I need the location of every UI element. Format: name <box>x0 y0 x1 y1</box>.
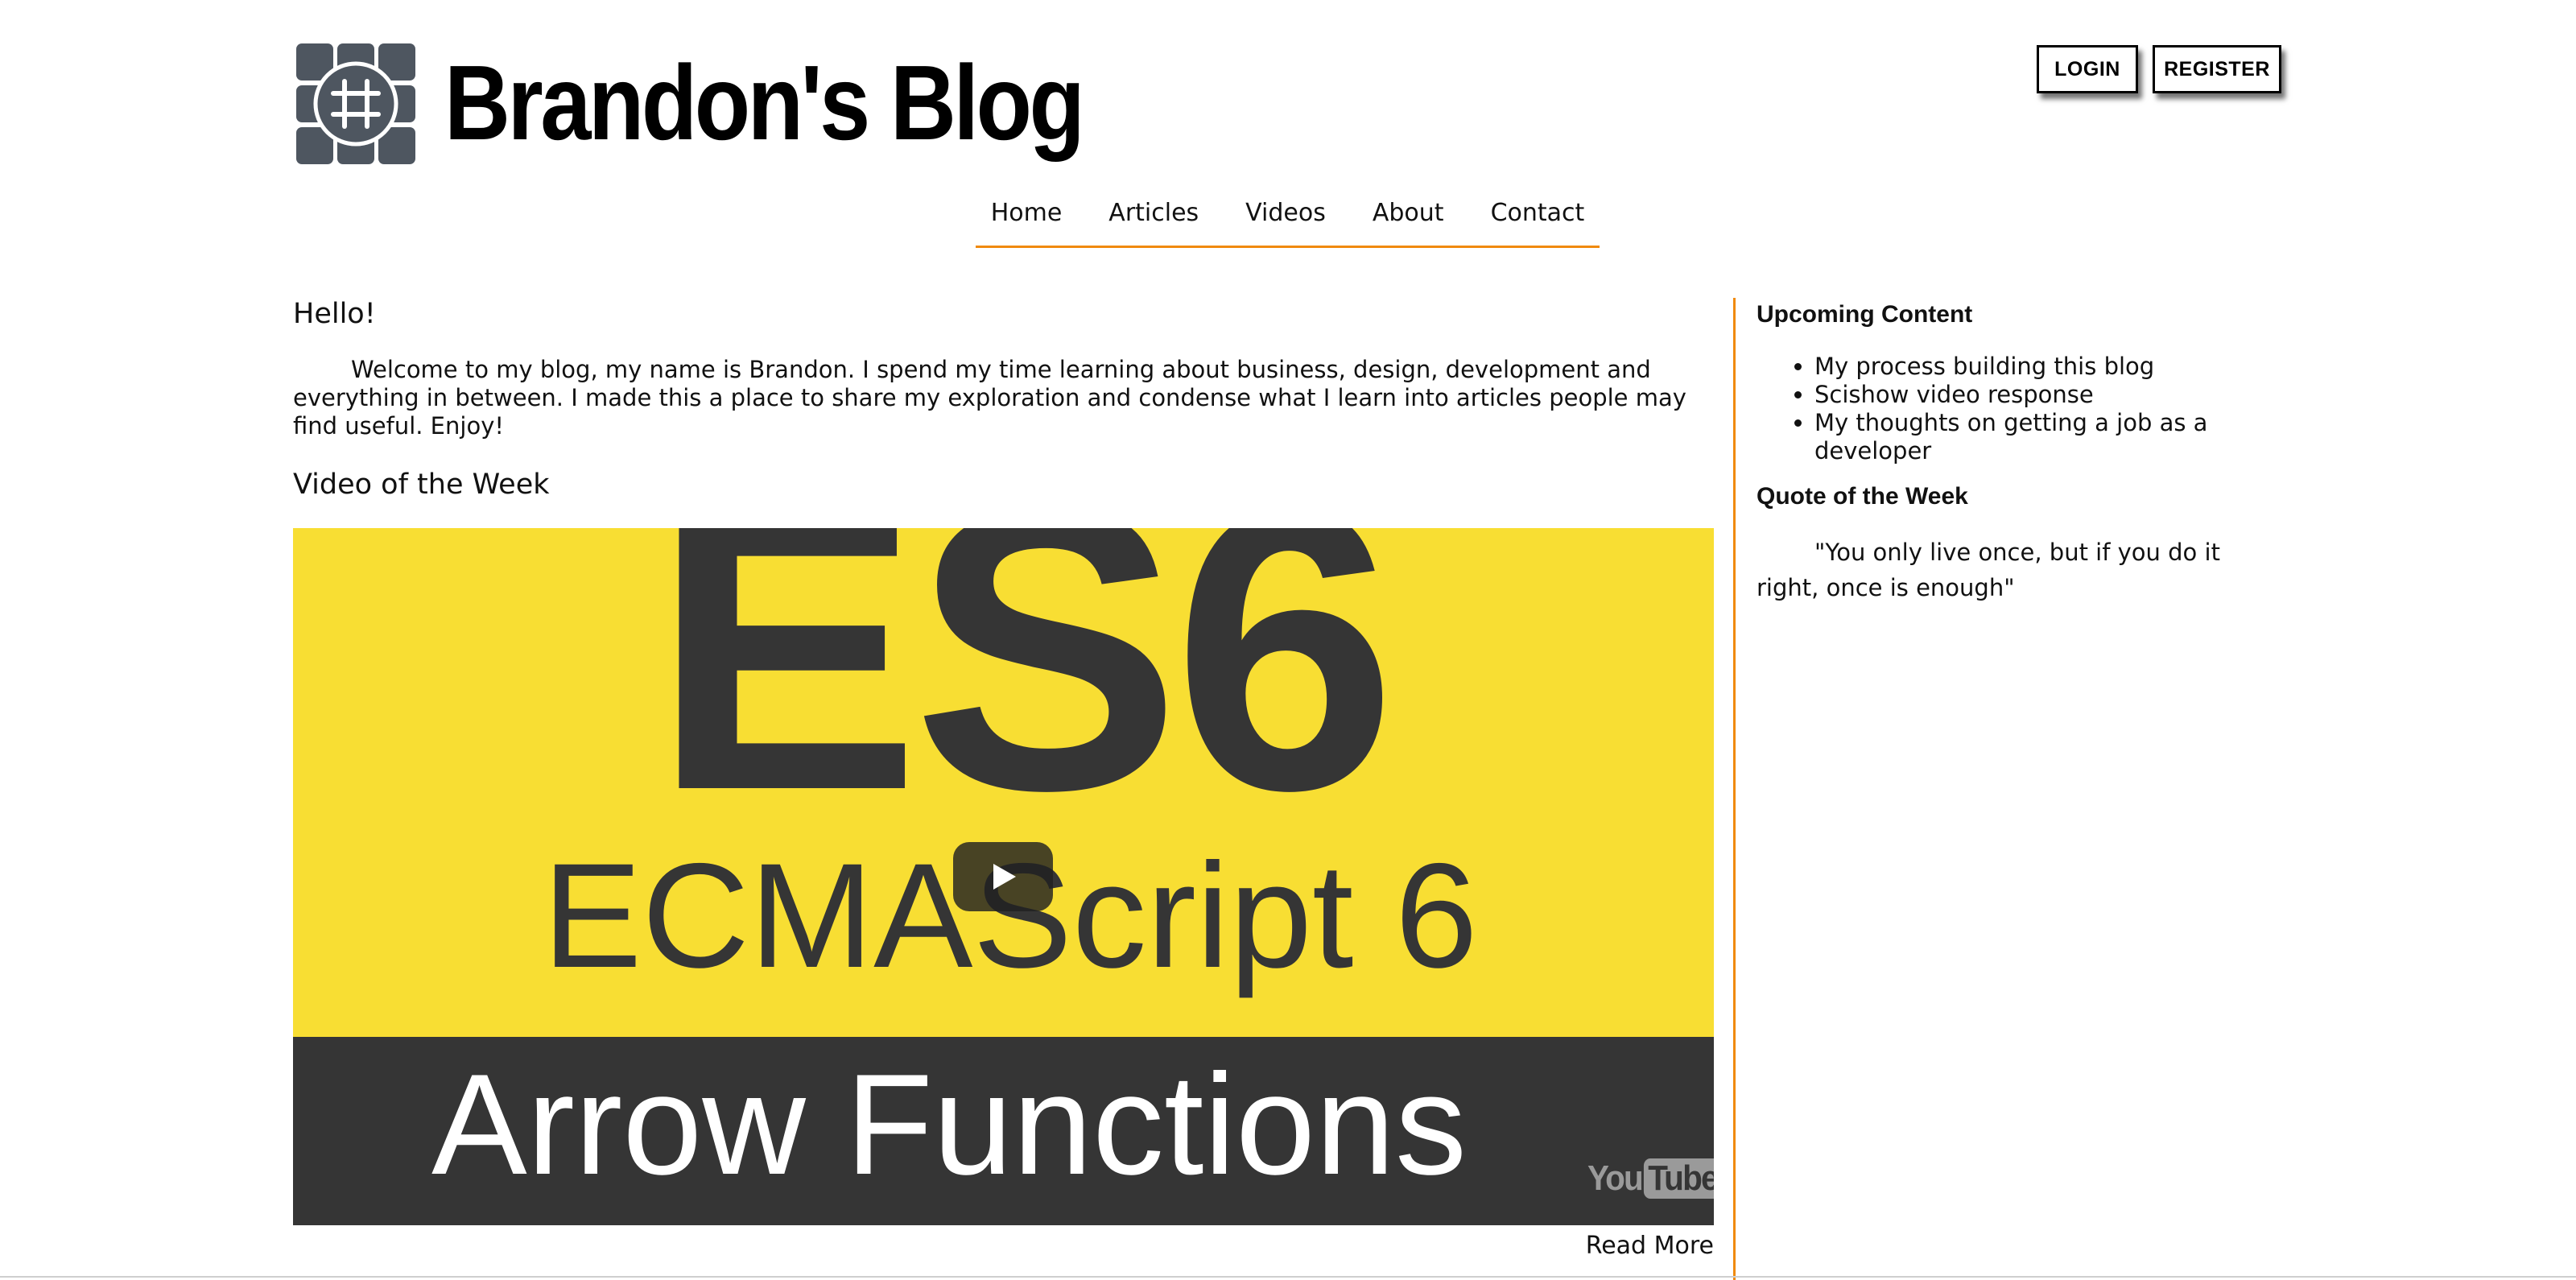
hello-heading: Hello! <box>293 298 376 330</box>
sidebar-divider <box>1733 298 1736 1280</box>
nav-item-articles[interactable]: Articles <box>1108 201 1199 246</box>
upcoming-content-list: My process building this blog Scishow vi… <box>1757 353 2265 465</box>
list-item: Scishow video response <box>1814 381 2265 409</box>
list-item: My thoughts on getting a job as a develo… <box>1814 409 2265 465</box>
video-heading: Video of the Week <box>293 469 550 501</box>
site-logo-icon[interactable] <box>296 43 415 164</box>
youtube-logo-icon[interactable]: You Tube <box>1587 1154 1714 1203</box>
page-bottom-border <box>0 1276 2576 1278</box>
read-more-link[interactable]: Read More <box>1586 1232 1714 1260</box>
video-embed[interactable]: ES6 ECMAScript 6 Arrow Functions You Tub… <box>293 528 1714 1225</box>
nav-item-videos[interactable]: Videos <box>1245 201 1326 246</box>
video-thumbnail-title: Arrow Functions <box>431 1044 1467 1204</box>
upcoming-content-heading: Upcoming Content <box>1757 301 1973 328</box>
nav-item-home[interactable]: Home <box>991 201 1063 246</box>
quote-text: "You only live once, but if you do it ri… <box>1757 539 2220 601</box>
youtube-logo-you: You <box>1587 1158 1644 1198</box>
play-button[interactable] <box>953 842 1053 911</box>
main-nav: Home Articles Videos About Contact <box>976 201 1600 248</box>
video-thumbnail-es6-text: ES6 <box>652 528 1397 873</box>
register-button[interactable]: REGISTER <box>2153 45 2281 93</box>
quote-heading: Quote of the Week <box>1757 483 1968 510</box>
youtube-logo-tube: Tube <box>1643 1158 1714 1199</box>
site-title[interactable]: Brandon's Blog <box>444 50 1085 156</box>
nav-item-contact[interactable]: Contact <box>1491 201 1585 246</box>
login-button[interactable]: LOGIN <box>2037 45 2138 93</box>
list-item: My process building this blog <box>1814 353 2265 381</box>
play-icon <box>993 864 1016 890</box>
nav-item-about[interactable]: About <box>1373 201 1444 246</box>
intro-paragraph: Welcome to my blog, my name is Brandon. … <box>293 356 1686 440</box>
